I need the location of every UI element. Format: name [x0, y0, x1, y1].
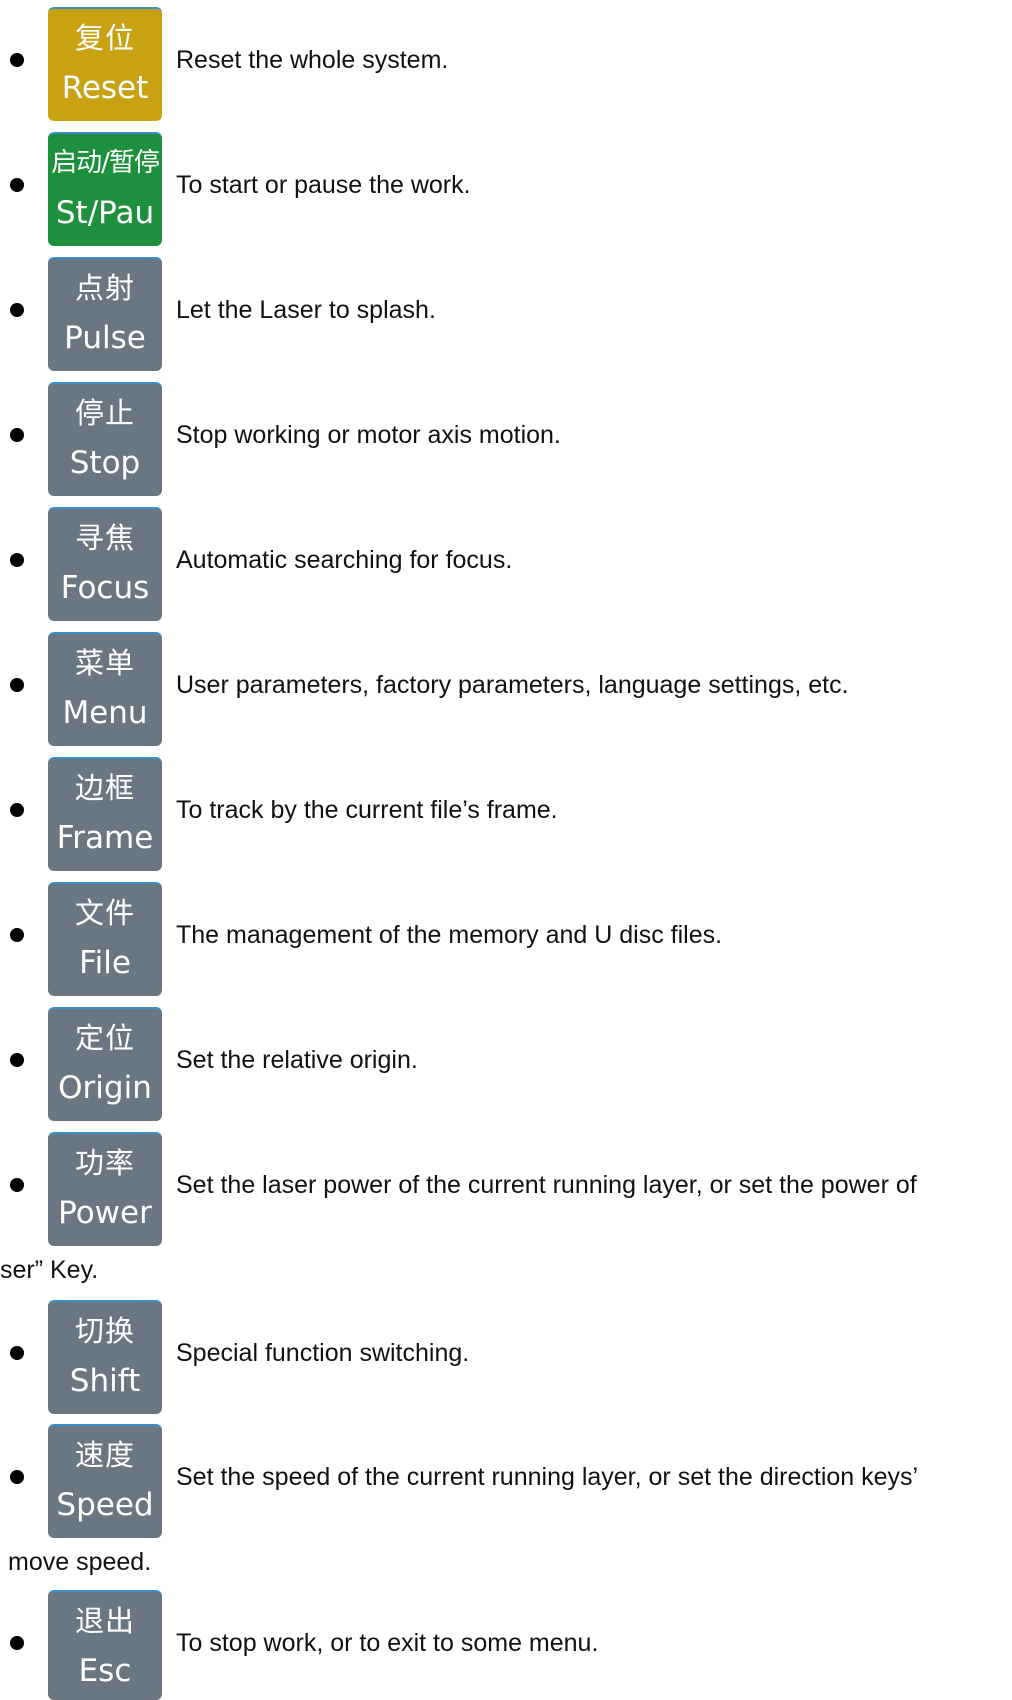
bullet-icon [10, 1345, 24, 1360]
stop-key-icon: 停止 Stop [48, 382, 162, 496]
bullet-icon [10, 1635, 24, 1650]
shift-key-en-label: Shift [69, 1363, 141, 1399]
power-key-en-label: Power [58, 1195, 152, 1231]
menu-key-description: User parameters, factory parameters, lan… [176, 670, 849, 699]
shift-key-description: Special function switching. [176, 1338, 470, 1367]
menu-key-icon: 菜单 Menu [48, 632, 162, 746]
origin-key-description: Set the relative origin. [176, 1045, 418, 1074]
origin-key-cn-label: 定位 [74, 1021, 135, 1055]
shift-key-icon: 切换 Shift [48, 1300, 162, 1414]
bullet-icon [10, 1469, 24, 1484]
power-key-cn-label: 功率 [74, 1146, 135, 1180]
stop-key-description: Stop working or motor axis motion. [176, 420, 561, 449]
start-pause-key-en-label: St/Pau [55, 195, 155, 231]
bullet-icon [10, 1177, 24, 1192]
bullet-icon [10, 677, 24, 692]
speed-key-en-label: Speed [56, 1487, 154, 1523]
focus-key-en-label: Focus [60, 570, 150, 606]
file-key-en-label: File [79, 945, 131, 981]
pulse-key-description: Let the Laser to splash. [176, 295, 436, 324]
power-key-icon: 功率 Power [48, 1132, 162, 1246]
list-item-origin: 定位 Origin Set the relative origin. [0, 1002, 1012, 1121]
shift-key-cn-label: 切换 [74, 1314, 135, 1348]
menu-key-cn-label: 菜单 [74, 646, 135, 680]
list-item-power: 功率 Power Set the laser power of the curr… [0, 1127, 1012, 1246]
bullet-icon [10, 302, 24, 317]
focus-key-cn-label: 寻焦 [74, 521, 135, 555]
origin-key-en-label: Origin [58, 1070, 152, 1106]
speed-key-description: Set the speed of the current running lay… [176, 1462, 919, 1491]
bullet-icon [10, 552, 24, 567]
list-item-focus: 寻焦 Focus Automatic searching for focus. [0, 502, 1012, 621]
esc-key-description: To stop work, or to exit to some menu. [176, 1628, 599, 1657]
bullet-icon [10, 177, 24, 192]
speed-key-cn-label: 速度 [74, 1438, 135, 1472]
list-item-frame: 边框 Frame To track by the current file’s … [0, 752, 1012, 871]
list-item-file: 文件 File The management of the memory and… [0, 877, 1012, 996]
esc-key-en-label: Esc [78, 1653, 132, 1689]
start-pause-key-icon: 启动/暂停 St/Pau [48, 132, 162, 246]
list-item-speed: 速度 Speed Set the speed of the current ru… [0, 1419, 1012, 1538]
list-item-shift: 切换 Shift Special function switching. [0, 1295, 1012, 1414]
start-pause-key-cn-label: 启动/暂停 [51, 148, 160, 178]
menu-key-en-label: Menu [62, 695, 148, 731]
focus-key-icon: 寻焦 Focus [48, 507, 162, 621]
frame-key-en-label: Frame [56, 820, 154, 856]
esc-key-cn-label: 退出 [74, 1604, 135, 1638]
list-item-reset: 复位 Reset Reset the whole system. [0, 2, 1012, 121]
pulse-key-cn-label: 点射 [74, 271, 135, 305]
file-key-cn-label: 文件 [74, 896, 135, 930]
reset-key-cn-label: 复位 [74, 21, 135, 55]
list-item-pulse: 点射 Pulse Let the Laser to splash. [0, 252, 1012, 371]
list-item-stop: 停止 Stop Stop working or motor axis motio… [0, 377, 1012, 496]
frame-key-icon: 边框 Frame [48, 757, 162, 871]
list-item-menu: 菜单 Menu User parameters, factory paramet… [0, 627, 1012, 746]
reset-key-description: Reset the whole system. [176, 45, 449, 74]
reset-key-icon: 复位 Reset [48, 7, 162, 121]
reset-key-en-label: Reset [61, 70, 149, 106]
bullet-icon [10, 1052, 24, 1067]
start-pause-key-description: To start or pause the work. [176, 170, 471, 199]
bullet-icon [10, 427, 24, 442]
bullet-icon [10, 927, 24, 942]
power-description-continuation: ser” Key. [0, 1256, 99, 1284]
frame-key-description: To track by the current file’s frame. [176, 795, 558, 824]
list-item-esc: 退出 Esc To stop work, or to exit to some … [0, 1585, 1012, 1700]
file-key-icon: 文件 File [48, 882, 162, 996]
pulse-key-icon: 点射 Pulse [48, 257, 162, 371]
focus-key-description: Automatic searching for focus. [176, 545, 513, 574]
bullet-icon [10, 802, 24, 817]
speed-description-continuation: move speed. [8, 1548, 152, 1576]
bullet-icon [10, 52, 24, 67]
speed-key-icon: 速度 Speed [48, 1424, 162, 1538]
stop-key-en-label: Stop [69, 445, 141, 481]
power-key-description: Set the laser power of the current runni… [176, 1170, 917, 1199]
origin-key-icon: 定位 Origin [48, 1007, 162, 1121]
pulse-key-en-label: Pulse [64, 320, 146, 356]
frame-key-cn-label: 边框 [74, 771, 135, 805]
stop-key-cn-label: 停止 [74, 396, 135, 430]
list-item-start-pause: 启动/暂停 St/Pau To start or pause the work. [0, 127, 1012, 246]
esc-key-icon: 退出 Esc [48, 1590, 162, 1700]
file-key-description: The management of the memory and U disc … [176, 920, 723, 949]
